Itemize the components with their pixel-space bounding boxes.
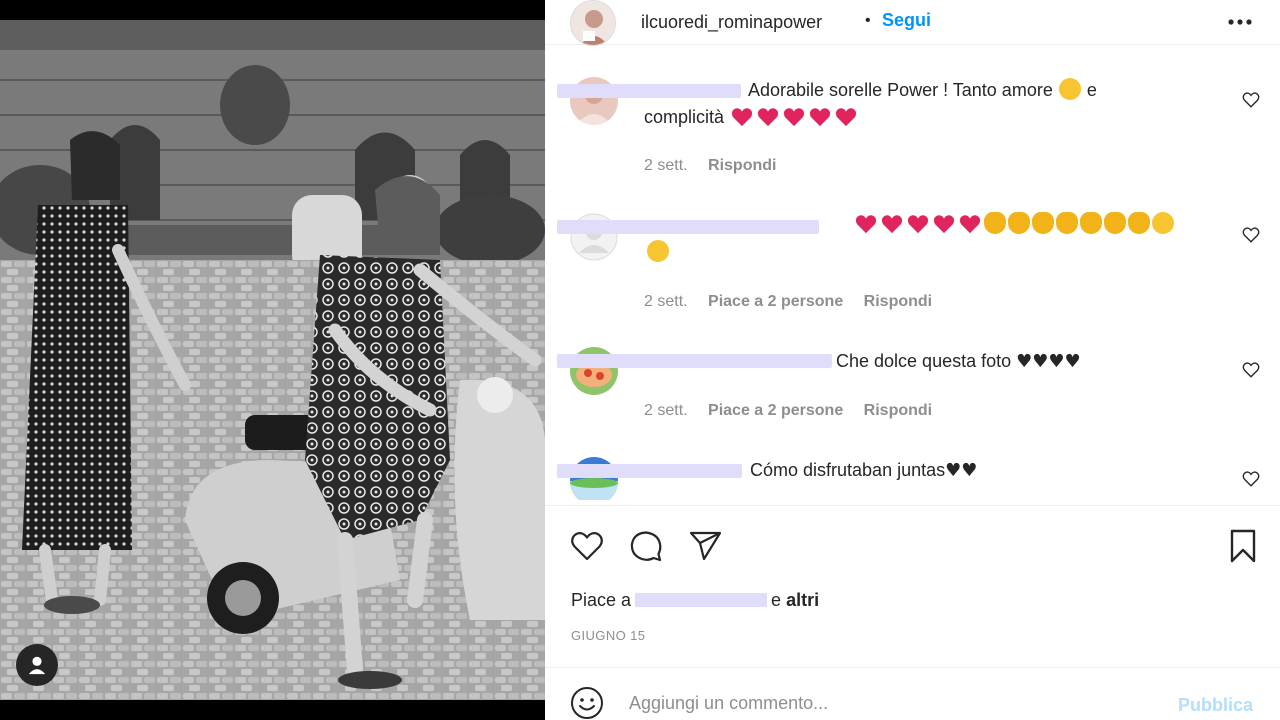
comment-text: Adorabile sorelle Power ! Tanto amore e bbox=[748, 77, 1097, 104]
comment-text: Che dolce questa foto ♥♥♥♥ bbox=[836, 348, 1081, 375]
comment-text: Cómo disfrutaban juntas♥♥ bbox=[750, 457, 977, 484]
reply-button[interactable]: Rispondi bbox=[708, 157, 776, 174]
comment-text-line2: complicità bbox=[644, 104, 859, 131]
separator-dot: • bbox=[865, 12, 871, 29]
comment-meta: 2 sett. Rispondi bbox=[644, 157, 792, 175]
reply-button[interactable]: Rispondi bbox=[864, 402, 932, 419]
author-username[interactable]: ilcuoredi_rominapower bbox=[641, 12, 822, 33]
comment-likes-count[interactable]: Piace a 2 persone bbox=[708, 402, 843, 419]
bookmark-icon[interactable] bbox=[1225, 528, 1261, 564]
share-icon[interactable] bbox=[687, 528, 723, 564]
post-comment-button[interactable]: Pubblica bbox=[1178, 695, 1253, 716]
redacted-username bbox=[557, 84, 741, 98]
comment-like-icon[interactable] bbox=[1242, 470, 1260, 488]
comment-body: Adorabile sorelle Power ! Tanto amore bbox=[748, 80, 1053, 100]
comment-time: 2 sett. bbox=[644, 293, 688, 310]
follow-button[interactable]: Segui bbox=[882, 10, 931, 31]
comment-likes-count[interactable]: Piace a 2 persone bbox=[708, 293, 843, 310]
comment-meta: 2 sett. Piace a 2 persone Rispondi bbox=[644, 293, 948, 311]
comment-composer: Pubblica bbox=[545, 668, 1280, 720]
comment-item: Cómo disfrutaban juntas♥♥ bbox=[545, 455, 1280, 500]
comments-list[interactable]: Adorabile sorelle Power ! Tanto amore e … bbox=[545, 65, 1280, 500]
comment-body-tail: e bbox=[1086, 80, 1097, 100]
heart-eyes-emoji bbox=[1152, 212, 1174, 234]
comment-body: Cómo disfrutaban juntas bbox=[750, 460, 946, 480]
black-hearts-emoji: ♥♥ bbox=[945, 460, 978, 481]
comment-like-icon[interactable] bbox=[1242, 91, 1260, 109]
black-hearts-emoji: ♥♥♥♥ bbox=[1016, 351, 1081, 372]
more-options-icon[interactable] bbox=[1225, 12, 1255, 32]
comment-icon[interactable] bbox=[628, 528, 664, 564]
author-avatar[interactable] bbox=[570, 0, 616, 46]
comment-time: 2 sett. bbox=[644, 402, 688, 419]
comment-like-icon[interactable] bbox=[1242, 226, 1260, 244]
author-avatar-image bbox=[571, 1, 615, 45]
redacted-username bbox=[557, 220, 819, 234]
post-photo-pane bbox=[0, 0, 545, 720]
comment-body: Che dolce questa foto bbox=[836, 351, 1012, 371]
comment-like-icon[interactable] bbox=[1242, 361, 1260, 379]
comment-meta: 2 sett. Piace a 2 persone Rispondi bbox=[644, 402, 948, 420]
post-details-panel: ilcuoredi_rominapower • Segui Adorabile … bbox=[545, 0, 1280, 720]
user-tag-icon bbox=[28, 656, 46, 675]
comment-time: 2 sett. bbox=[644, 157, 688, 174]
red-hearts-emoji bbox=[853, 214, 983, 234]
divider bbox=[545, 505, 1280, 506]
comment-text bbox=[853, 211, 1175, 238]
comment-text-line2 bbox=[646, 239, 670, 266]
smiling-face-hearts-emoji bbox=[1058, 78, 1081, 100]
likes-suffix: e bbox=[771, 590, 782, 610]
reply-button[interactable]: Rispondi bbox=[864, 293, 932, 310]
clapping-hands-emoji bbox=[983, 212, 1151, 234]
post-photo[interactable] bbox=[0, 20, 545, 700]
comment-body-line2: complicità bbox=[644, 107, 725, 127]
smiley-icon[interactable] bbox=[570, 686, 604, 720]
redacted-username bbox=[635, 593, 768, 607]
user-tag-button[interactable] bbox=[16, 644, 58, 686]
redacted-username bbox=[557, 354, 832, 368]
post-header: ilcuoredi_rominapower • Segui bbox=[545, 0, 1280, 46]
comment-item: 2 sett. Piace a 2 persone Rispondi bbox=[545, 205, 1280, 315]
likes-prefix: Piace a bbox=[571, 590, 632, 610]
heart-icon[interactable] bbox=[569, 528, 605, 564]
post-photo-image bbox=[0, 20, 545, 700]
likes-summary[interactable]: Piace a e altri bbox=[571, 590, 819, 611]
comment-input[interactable] bbox=[629, 688, 1149, 718]
post-actions bbox=[545, 520, 1280, 570]
comment-item: Che dolce questa foto ♥♥♥♥ 2 sett. Piace… bbox=[545, 345, 1280, 435]
likes-others[interactable]: altri bbox=[786, 590, 819, 610]
post-date: GIUGNO 15 bbox=[571, 628, 646, 643]
redacted-username bbox=[557, 464, 742, 478]
red-hearts-emoji bbox=[729, 107, 859, 127]
sad-face-emoji bbox=[647, 240, 669, 262]
comment-item: Adorabile sorelle Power ! Tanto amore e … bbox=[545, 65, 1280, 185]
